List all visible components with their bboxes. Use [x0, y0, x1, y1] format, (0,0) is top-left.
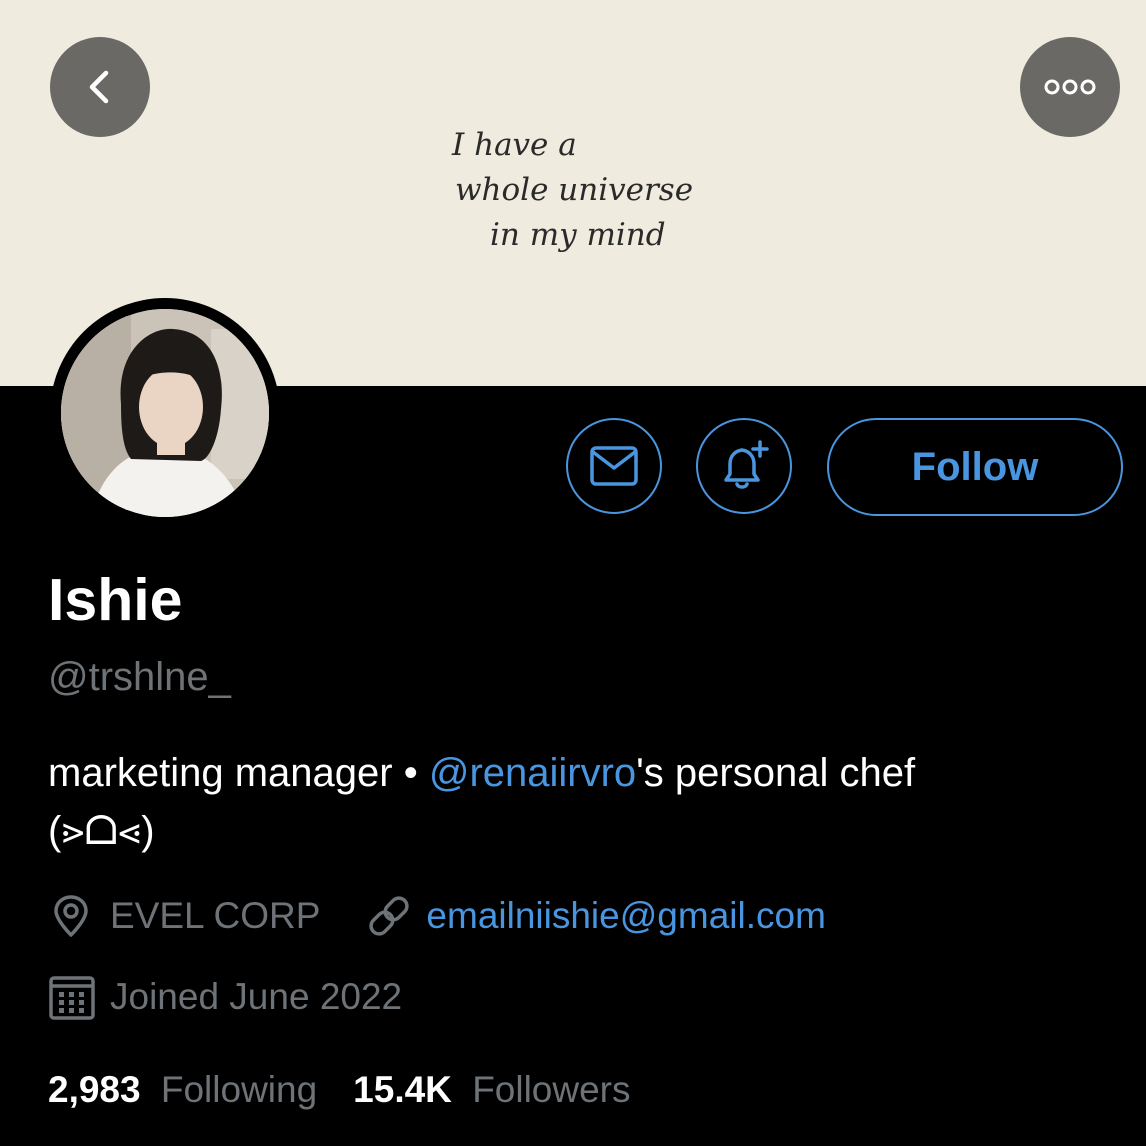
more-options-button[interactable]	[1020, 37, 1120, 137]
avatar-photo	[61, 309, 269, 517]
bio-text-suffix: 's personal chef	[636, 751, 916, 795]
location-text: EVEL CORP	[110, 895, 321, 936]
profile-meta-joined: Joined June 2022	[48, 972, 402, 1022]
website-link[interactable]: emailniishie@gmail.com	[426, 895, 825, 937]
calendar-icon	[49, 976, 95, 1020]
bio-line-1: marketing manager • @renaiirvro's person…	[48, 744, 1108, 802]
bio-line-2: (⋗ᗝ⋖)	[48, 809, 155, 853]
profile-meta-location-website: EVEL CORP emailniishie@gmail.com	[48, 891, 826, 941]
following-label: Following	[160, 1069, 318, 1110]
avatar-frame	[50, 298, 280, 528]
profile-bio: marketing manager • @renaiirvro's person…	[48, 744, 1108, 860]
following-stat[interactable]: 2,983 Following	[48, 1064, 317, 1116]
profile-stats: 2,983 Following 15.4K Followers	[48, 1064, 631, 1116]
followers-label: Followers	[472, 1069, 631, 1110]
followers-count: 15.4K	[353, 1069, 452, 1110]
bio-mention-link[interactable]: @renaiirvro	[429, 751, 636, 795]
link-icon	[369, 896, 410, 936]
display-name: Ishie	[48, 567, 183, 633]
bell-plus-icon	[724, 440, 769, 489]
note-line-1: I have a	[451, 127, 577, 163]
notifications-button[interactable]	[696, 418, 792, 514]
avatar[interactable]	[61, 309, 269, 517]
joined-date: Joined June 2022	[110, 976, 403, 1017]
note-line-3: in my mind	[490, 217, 666, 253]
note-line-2: whole universe	[455, 172, 693, 208]
back-button[interactable]	[50, 37, 150, 137]
mail-icon	[590, 446, 638, 486]
followers-stat[interactable]: 15.4K Followers	[353, 1064, 630, 1116]
bio-text: marketing manager •	[48, 751, 429, 795]
chevron-left-icon	[89, 70, 109, 104]
following-count: 2,983	[48, 1069, 141, 1110]
location-pin-icon	[54, 895, 88, 937]
follow-button[interactable]: Follow	[827, 418, 1123, 516]
message-button[interactable]	[566, 418, 662, 514]
more-dots-icon	[1044, 79, 1096, 95]
user-handle: @trshlne_	[48, 655, 231, 699]
